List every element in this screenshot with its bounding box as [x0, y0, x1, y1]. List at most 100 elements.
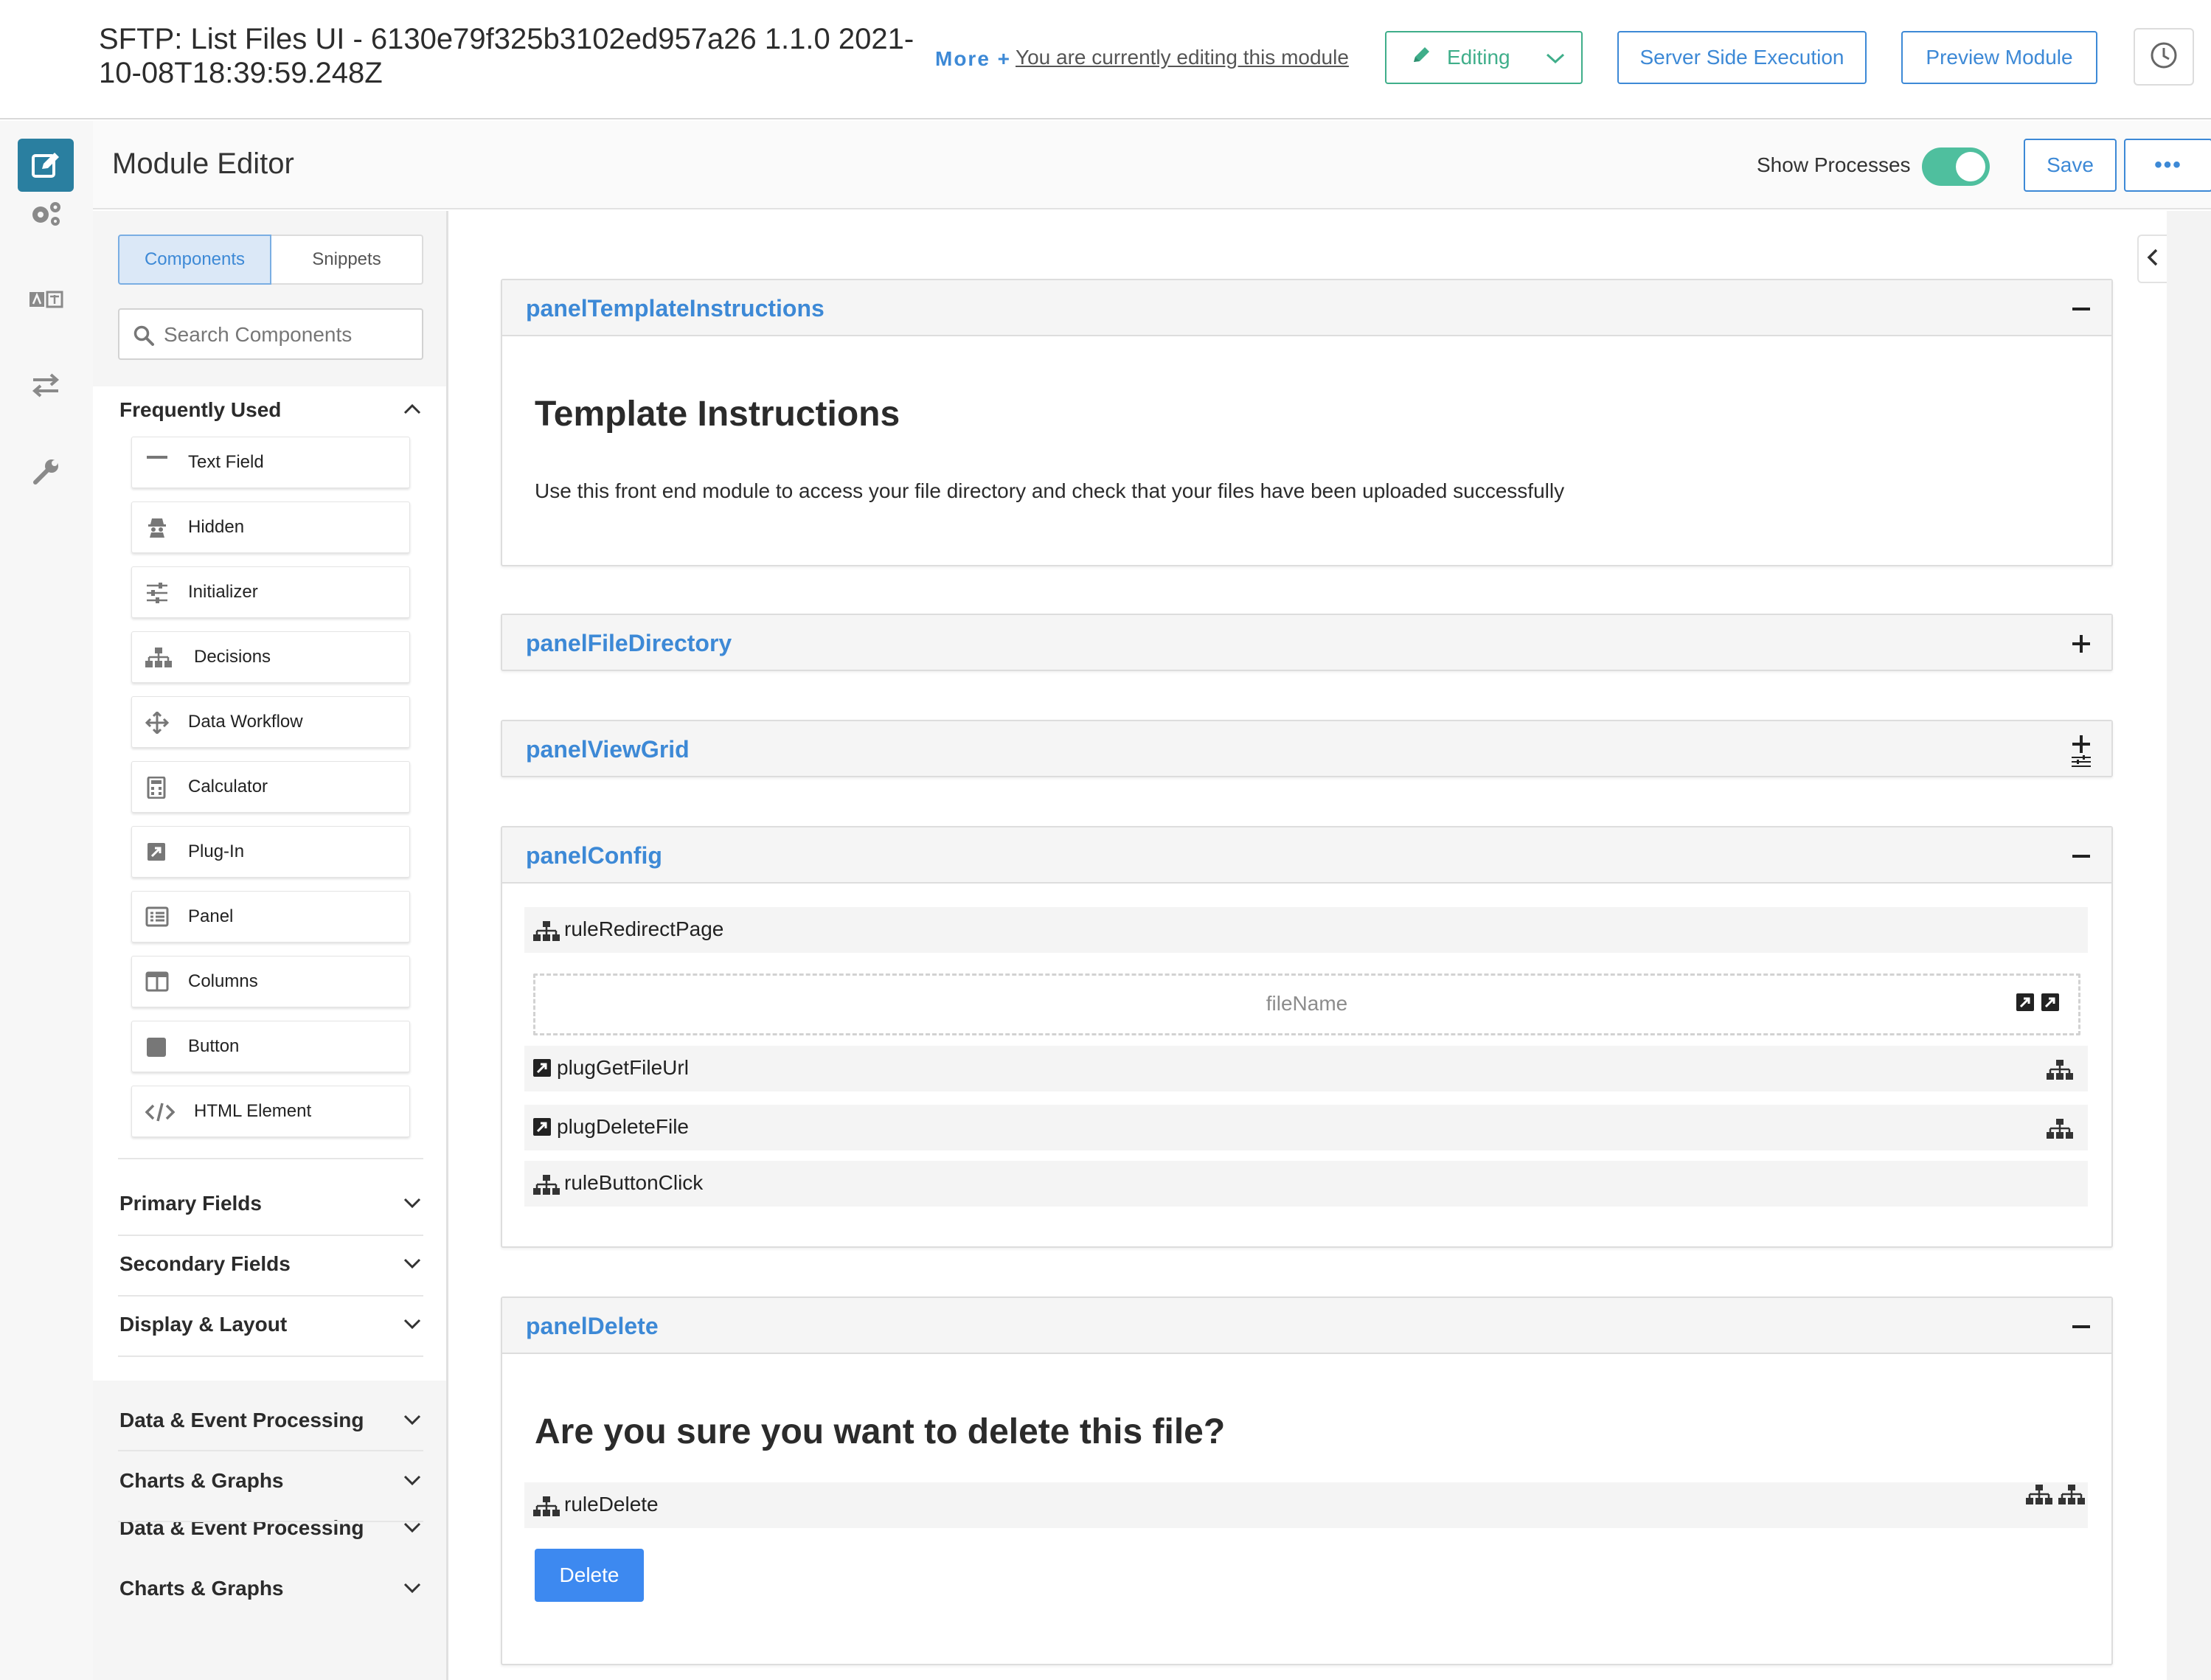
section-title-frequently-used[interactable]: Frequently Used [119, 398, 281, 422]
sitemap-icon [533, 920, 560, 946]
chevron-down-icon[interactable] [401, 1313, 423, 1335]
panel-header: panelConfig [502, 827, 2111, 884]
section-title-display-layout[interactable]: Display & Layout [119, 1313, 287, 1336]
chevron-down-icon[interactable] [401, 1577, 423, 1599]
arrows-move-icon [145, 710, 170, 735]
sitemap-icon [2047, 1118, 2073, 1144]
more-options-button[interactable]: ••• [2124, 139, 2211, 192]
section-title-charts-graphs[interactable]: Charts & Graphs [119, 1469, 284, 1493]
edit-icon[interactable] [18, 139, 74, 192]
chevron-down-icon[interactable] [401, 1252, 423, 1274]
plus-icon[interactable] [2070, 633, 2092, 655]
minus-icon[interactable] [2070, 845, 2092, 867]
tab-components[interactable]: Components [118, 235, 271, 285]
chevron-down-icon[interactable] [401, 1516, 423, 1538]
chevron-down-icon[interactable] [401, 1192, 423, 1214]
gears-icon[interactable] [18, 187, 74, 240]
chevron-down-icon[interactable] [401, 1469, 423, 1491]
plugin-label: plugDeleteFile [557, 1115, 689, 1138]
component-calculator[interactable]: Calculator [131, 761, 410, 813]
minus-icon[interactable] [2070, 1316, 2092, 1338]
search-box [118, 308, 423, 360]
delete-button[interactable]: Delete [535, 1549, 644, 1602]
wrench-icon[interactable] [18, 445, 74, 499]
component-columns[interactable]: Columns [131, 956, 410, 1007]
search-icon [133, 324, 155, 350]
plugin-icon [145, 841, 169, 864]
component-label: Columns [188, 971, 258, 991]
chevron-up-icon[interactable] [401, 398, 423, 420]
spy-icon [145, 517, 169, 539]
panel-title[interactable]: panelDelete [526, 1313, 659, 1340]
section-title-primary-fields[interactable]: Primary Fields [119, 1192, 262, 1215]
plugin-row-delete-file[interactable]: plugDeleteFile [524, 1105, 2088, 1150]
delete-confirm-heading: Are you sure you want to delete this fil… [535, 1412, 1226, 1451]
panel-delete[interactable]: panelDelete Are you sure you want to del… [501, 1297, 2113, 1665]
plus-sliders-icon[interactable] [2070, 735, 2092, 768]
editing-note-link[interactable]: You are currently editing this module [1016, 46, 1349, 69]
panel-template-instructions[interactable]: panelTemplateInstructions Template Instr… [501, 279, 2113, 566]
server-side-execution-button[interactable]: Server Side Execution [1617, 31, 1867, 84]
filename-field-dropzone[interactable]: fileName [533, 973, 2080, 1035]
section-title-data-event-processing-2[interactable]: Data & Event Processing [119, 1516, 364, 1540]
panel-config[interactable]: panelConfig ruleRedirectPage fileName pl… [501, 826, 2113, 1248]
divider [118, 1450, 423, 1451]
section-title-charts-graphs-2[interactable]: Charts & Graphs [119, 1577, 284, 1600]
toggle-knob [1956, 152, 1985, 181]
calculator-icon [145, 776, 169, 799]
component-decisions[interactable]: Decisions [131, 631, 410, 683]
panel-title[interactable]: panelConfig [526, 842, 662, 869]
section-title-secondary-fields[interactable]: Secondary Fields [119, 1252, 291, 1276]
chevron-down-icon[interactable] [401, 1409, 423, 1431]
panel-header: panelTemplateInstructions [502, 280, 2111, 336]
minus-icon[interactable] [2070, 298, 2092, 320]
clock-icon [2149, 41, 2179, 74]
component-button[interactable]: Button [131, 1021, 410, 1072]
component-data-workflow[interactable]: Data Workflow [131, 696, 410, 748]
section-title-data-event-processing[interactable]: Data & Event Processing [119, 1409, 364, 1432]
template-instructions-text: Use this front end module to access your… [535, 479, 1565, 502]
component-label: Plug-In [188, 841, 245, 861]
show-processes-toggle[interactable] [1922, 147, 1990, 186]
rule-row-button-click[interactable]: ruleButtonClick [524, 1161, 2088, 1207]
panel-title[interactable]: panelTemplateInstructions [526, 295, 825, 322]
history-button[interactable] [2134, 28, 2194, 86]
component-initializer[interactable]: Initializer [131, 566, 410, 618]
sitemap-icon [2026, 1484, 2085, 1506]
component-html-element[interactable]: HTML Element [131, 1086, 410, 1137]
rule-row-delete[interactable]: ruleDelete [524, 1482, 2088, 1528]
transfer-arrows-icon[interactable] [18, 358, 74, 412]
more-link[interactable]: More + [935, 47, 1011, 71]
collapse-panel-button[interactable] [2137, 235, 2167, 283]
rule-row-redirect-page[interactable]: ruleRedirectPage [524, 907, 2088, 953]
panel-file-directory[interactable]: panelFileDirectory [501, 614, 2113, 671]
filename-field-label: fileName [1266, 992, 1348, 1015]
right-gutter [2167, 211, 2211, 1680]
component-panel[interactable]: Panel [131, 891, 410, 943]
plugin-row-get-file-url[interactable]: plugGetFileUrl [524, 1046, 2088, 1091]
tab-snippets[interactable]: Snippets [271, 235, 423, 285]
component-label: Panel [188, 906, 234, 926]
save-button[interactable]: Save [2024, 139, 2117, 192]
editing-label: Editing [1447, 46, 1510, 69]
component-text-field[interactable]: Text Field [131, 437, 410, 488]
left-rail [0, 121, 93, 1680]
panel-header: panelDelete [502, 1298, 2111, 1354]
frequently-used-section: Frequently Used Text Field Hidden Initia… [93, 386, 446, 1381]
component-plug-in[interactable]: Plug-In [131, 826, 410, 878]
preview-module-button[interactable]: Preview Module [1901, 31, 2097, 84]
text-field-icon [145, 452, 169, 474]
panel-header: panelViewGrid [502, 721, 2111, 776]
panel-title[interactable]: panelFileDirectory [526, 630, 732, 657]
panel-title[interactable]: panelViewGrid [526, 736, 690, 763]
component-label: Calculator [188, 777, 268, 796]
search-input[interactable] [164, 317, 414, 353]
plugin-icon [532, 1117, 552, 1141]
sitemap-icon [145, 647, 172, 669]
translate-icon[interactable] [18, 273, 74, 326]
editing-dropdown-button[interactable]: Editing [1385, 31, 1583, 84]
sitemap-icon [533, 1174, 560, 1200]
component-hidden[interactable]: Hidden [131, 501, 410, 553]
panel-view-grid[interactable]: panelViewGrid [501, 720, 2113, 777]
page-title: Module Editor [112, 147, 294, 180]
